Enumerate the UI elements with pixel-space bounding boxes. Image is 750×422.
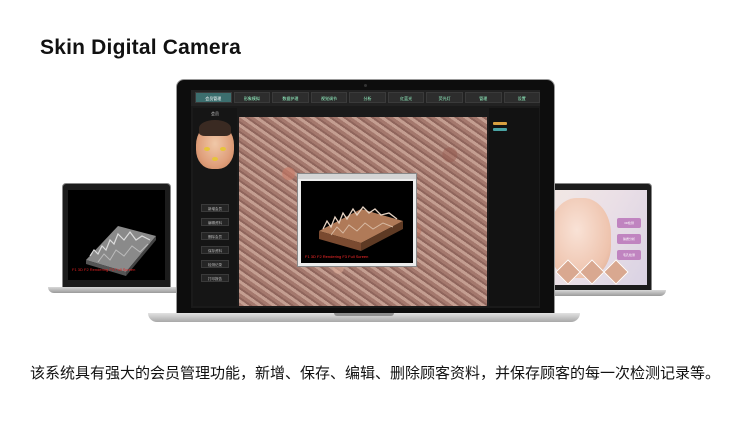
tab-manage[interactable]: 管理 [464,92,502,103]
tab-data-care[interactable]: 数据护理 [272,92,309,103]
tab-image-simulation[interactable]: 形象模拟 [233,92,271,103]
save-profile-button[interactable]: 保存资料 [201,246,229,254]
webcam-icon [364,84,367,87]
render-hint-text: F1 3D F2 Rendering F3 Full Screen [72,267,136,272]
member-panel: 会员 新增会员 编辑资料 删除会员 保存资料 检测记录 打印报告 [193,108,237,306]
feature-badge[interactable]: 肤质分析 [617,234,641,244]
tab-settings[interactable]: 设置 [503,92,540,103]
skin-magnified-image: F1 3D F2 Rendering F3 Full Screen [239,117,487,306]
render-hint-text: F1 3D F2 Rendering F3 Full Screen [305,254,369,259]
main-laptop-lid: 会员管理 形象模拟 数据护理 视觉调节 分析 红蓝光 荧光灯 管理 设置 会员 … [176,79,555,315]
3d-skin-surface [319,206,403,251]
hexagon-thumbnail[interactable] [579,259,605,285]
status-tag [493,128,507,131]
trackpad-notch [334,313,394,316]
tab-red-blue-light[interactable]: 红蓝光 [387,92,425,103]
delete-member-button[interactable]: 删除会员 [201,232,229,240]
page-title: Skin Digital Camera [40,36,242,59]
tab-fluorescent[interactable]: 荧光灯 [426,92,463,103]
print-report-button[interactable]: 打印报告 [201,274,229,282]
status-tag [493,122,507,125]
tab-analysis[interactable]: 分析 [349,92,386,103]
feature-badge[interactable]: 3D检测 [617,218,641,228]
description-caption: 该系统具有强大的会员管理功能，新增、保存、编辑、删除顾客资料，并保存顾客的每一次… [29,364,720,382]
edit-profile-button[interactable]: 编辑资料 [201,218,229,226]
main-laptop: 会员管理 形象模拟 数据护理 视觉调节 分析 红蓝光 荧光灯 管理 设置 会员 … [148,79,580,324]
test-records-button[interactable]: 检测记录 [201,260,229,268]
add-member-button[interactable]: 新增会员 [201,204,229,212]
window-title-bar[interactable] [298,174,416,179]
status-info-bar [239,108,489,116]
hexagon-thumbnail[interactable] [603,259,629,285]
analysis-panel [489,108,539,306]
customer-face-photo[interactable] [196,120,234,169]
main-laptop-screen: 会员管理 形象模拟 数据护理 视觉调节 分析 红蓝光 荧光灯 管理 设置 会员 … [191,90,540,308]
3d-render-canvas: F1 3D F2 Rendering F3 Full Screen [301,181,413,263]
tab-visual-adjust[interactable]: 视觉调节 [310,92,348,103]
member-panel-title: 会员 [211,111,219,116]
app-toolbar: 会员管理 形象模拟 数据护理 视觉调节 分析 红蓝光 荧光灯 管理 设置 [191,90,540,106]
tab-member-management[interactable]: 会员管理 [195,92,232,103]
3d-render-window[interactable]: F1 3D F2 Rendering F3 Full Screen [297,173,417,267]
feature-badge[interactable]: 毛孔检测 [617,250,641,260]
